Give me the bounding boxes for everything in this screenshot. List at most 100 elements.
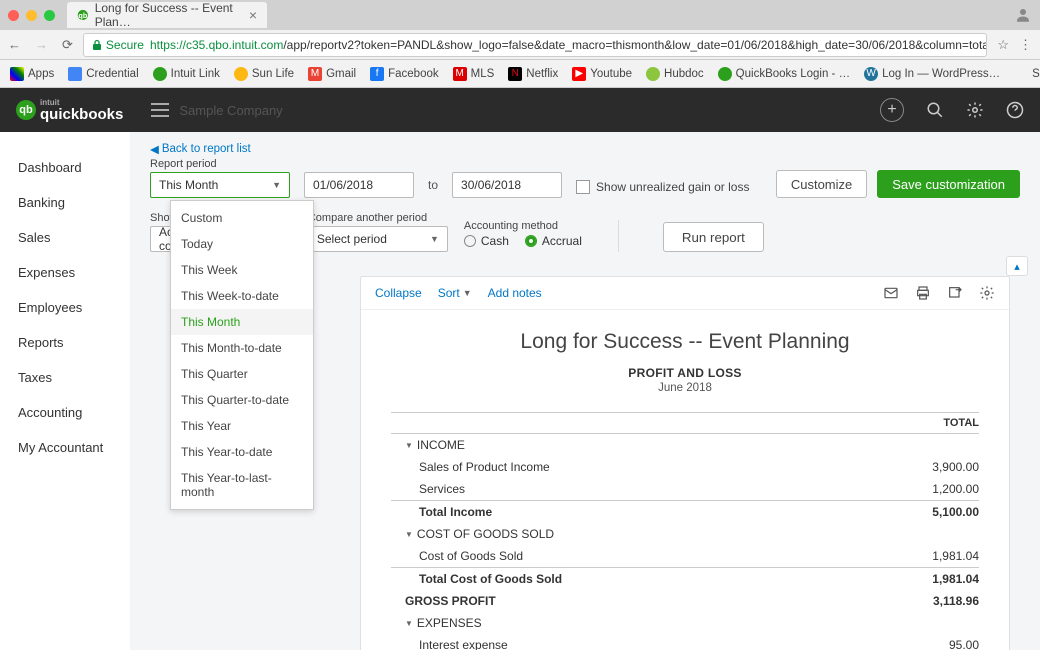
window-controls	[8, 10, 55, 21]
save-customization-button[interactable]: Save customization	[877, 170, 1020, 198]
search-icon[interactable]	[926, 101, 944, 119]
help-icon[interactable]	[1006, 101, 1024, 119]
browser-profile-icon[interactable]	[1014, 6, 1032, 24]
compare-period-select[interactable]: Select period▼	[308, 226, 448, 252]
nav-my-accountant[interactable]: My Accountant	[0, 430, 130, 465]
company-name: Sample Company	[179, 103, 282, 118]
bookmark-gmail[interactable]: MGmail	[308, 67, 356, 81]
nav-sales[interactable]: Sales	[0, 220, 130, 255]
qb-favicon: qb	[77, 8, 89, 22]
row-interest[interactable]: Interest expense	[419, 638, 508, 650]
bookmarks-bar: Apps Credential Intuit Link Sun Life MGm…	[0, 60, 1040, 88]
dd-this-month[interactable]: This Month	[171, 309, 313, 335]
bookmark-apps[interactable]: Apps	[10, 67, 54, 81]
nav-employees[interactable]: Employees	[0, 290, 130, 325]
nav-accounting[interactable]: Accounting	[0, 395, 130, 430]
url-text: https://c35.qbo.intuit.com/app/reportv2?…	[150, 38, 987, 52]
accrual-radio[interactable]: Accrual	[525, 234, 582, 248]
report-company-title: Long for Success -- Event Planning	[391, 330, 979, 354]
bookmark-credential[interactable]: Credential	[68, 67, 138, 81]
dd-custom[interactable]: Custom	[171, 205, 313, 231]
dd-this-week-td[interactable]: This Week-to-date	[171, 283, 313, 309]
cash-radio[interactable]: Cash	[464, 234, 509, 248]
total-column-header: TOTAL	[391, 412, 979, 434]
bookmark-qb-login[interactable]: QuickBooks Login - …	[718, 67, 850, 81]
forward-button: →	[35, 37, 48, 53]
dd-this-quarter[interactable]: This Quarter	[171, 361, 313, 387]
browser-menu-icon[interactable]: ⋮	[1019, 37, 1032, 53]
collapse-panel-icon[interactable]: ▴	[1006, 256, 1028, 276]
report-period-label: Report period	[150, 158, 290, 170]
nav-reports[interactable]: Reports	[0, 325, 130, 360]
left-nav: Dashboard Banking Sales Expenses Employe…	[0, 132, 130, 650]
bookmark-intuit-link[interactable]: Intuit Link	[153, 67, 220, 81]
maximize-window[interactable]	[44, 10, 55, 21]
report-options-panel: ◀ Back to report list Report period This…	[130, 132, 1040, 266]
dd-this-month-td[interactable]: This Month-to-date	[171, 335, 313, 361]
hamburger-menu-icon[interactable]	[151, 103, 169, 117]
browser-tab[interactable]: qb Long for Success -- Event Plan… ×	[67, 2, 267, 28]
bookmark-wp-login[interactable]: WLog In — WordPress…	[864, 67, 1000, 81]
row-total-income: Total Income	[419, 505, 492, 519]
date-from-input[interactable]: 01/06/2018	[304, 172, 414, 198]
report-period-dropdown: Custom Today This Week This Week-to-date…	[170, 200, 314, 510]
tab-title: Long for Success -- Event Plan…	[95, 1, 243, 29]
address-bar[interactable]: Secure https://c35.qbo.intuit.com/app/re…	[83, 33, 987, 57]
dd-this-year-tlm[interactable]: This Year-to-last-month	[171, 465, 313, 505]
back-to-report-list-link[interactable]: ◀ Back to report list	[150, 142, 1020, 156]
dd-this-week[interactable]: This Week	[171, 257, 313, 283]
nav-arrows: ← → ⟳	[8, 37, 73, 53]
bookmark-netflix[interactable]: NNetflix	[508, 67, 558, 81]
browser-tab-strip: qb Long for Success -- Event Plan… ×	[0, 0, 1040, 30]
add-notes-link[interactable]: Add notes	[488, 286, 542, 300]
dd-today[interactable]: Today	[171, 231, 313, 257]
email-icon[interactable]	[883, 285, 899, 301]
income-header[interactable]: INCOME	[417, 438, 465, 452]
bookmark-mls[interactable]: MMLS	[453, 67, 495, 81]
row-total-cogs: Total Cost of Goods Sold	[419, 572, 562, 586]
bookmark-youtube[interactable]: ▶Youtube	[572, 67, 632, 81]
row-gross-profit: GROSS PROFIT	[405, 594, 496, 608]
sort-link[interactable]: Sort▼	[438, 286, 472, 300]
expenses-header[interactable]: EXPENSES	[417, 616, 482, 630]
print-icon[interactable]	[915, 285, 931, 301]
dd-this-year[interactable]: This Year	[171, 413, 313, 439]
bookmark-star-icon[interactable]: ☆	[997, 37, 1009, 53]
app-header: qb intuit quickbooks Sample Company +	[0, 88, 1040, 132]
qb-logo-icon: qb	[16, 100, 36, 120]
nav-dashboard[interactable]: Dashboard	[0, 150, 130, 185]
customize-button[interactable]: Customize	[776, 170, 867, 198]
bookmark-hubdoc[interactable]: Hubdoc	[646, 67, 704, 81]
svg-text:qb: qb	[78, 11, 87, 20]
quickbooks-logo[interactable]: qb intuit quickbooks	[16, 99, 123, 122]
row-services[interactable]: Services	[419, 482, 465, 496]
run-report-button[interactable]: Run report	[663, 222, 764, 252]
dd-this-year-td[interactable]: This Year-to-date	[171, 439, 313, 465]
row-cogs[interactable]: Cost of Goods Sold	[419, 549, 523, 563]
report-period-select[interactable]: This Month▼	[150, 172, 290, 198]
export-icon[interactable]	[947, 285, 963, 301]
row-sales-product[interactable]: Sales of Product Income	[419, 460, 550, 474]
bookmark-facebook[interactable]: fFacebook	[370, 67, 439, 81]
quick-create-button[interactable]: +	[880, 98, 904, 122]
secure-badge: Secure	[92, 38, 144, 52]
collapse-link[interactable]: Collapse	[375, 286, 422, 300]
cogs-header[interactable]: COST OF GOODS SOLD	[417, 527, 554, 541]
date-to-input[interactable]: 30/06/2018	[452, 172, 562, 198]
nav-taxes[interactable]: Taxes	[0, 360, 130, 395]
back-button[interactable]: ←	[8, 37, 21, 53]
reload-button[interactable]: ⟳	[62, 37, 73, 53]
gear-icon[interactable]	[966, 101, 984, 119]
unrealized-checkbox[interactable]	[576, 180, 590, 194]
bookmark-sign-in[interactable]: Sign In	[1014, 67, 1040, 81]
dd-this-quarter-td[interactable]: This Quarter-to-date	[171, 387, 313, 413]
divider	[618, 220, 619, 252]
report-settings-icon[interactable]	[979, 285, 995, 301]
close-tab-icon[interactable]: ×	[249, 7, 257, 23]
close-window[interactable]	[8, 10, 19, 21]
bookmark-sun-life[interactable]: Sun Life	[234, 67, 294, 81]
report-card: Collapse Sort▼ Add notes Long for Succes…	[360, 276, 1010, 650]
nav-expenses[interactable]: Expenses	[0, 255, 130, 290]
minimize-window[interactable]	[26, 10, 37, 21]
nav-banking[interactable]: Banking	[0, 185, 130, 220]
